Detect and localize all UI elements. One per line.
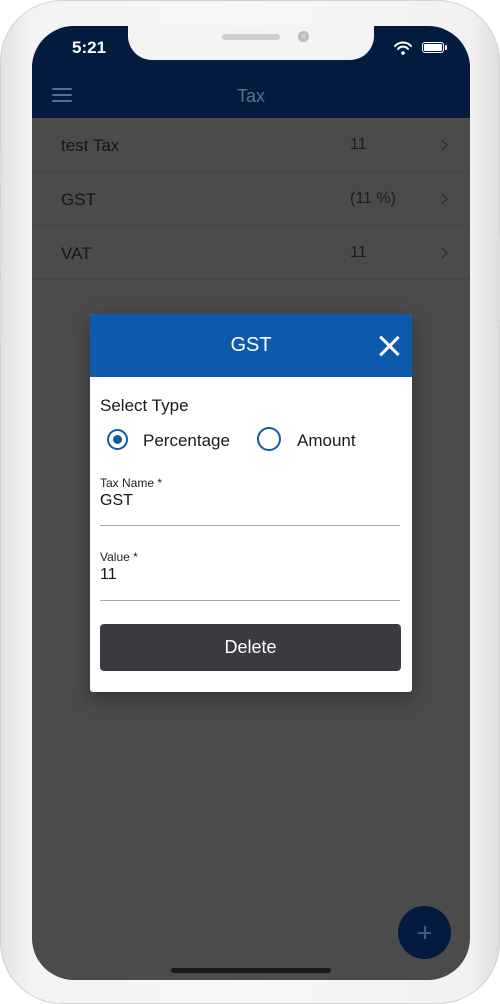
battery-icon — [422, 42, 444, 53]
front-camera — [298, 31, 309, 42]
volume-up-button — [0, 210, 3, 266]
dialog-title: GST — [230, 334, 272, 356]
close-icon[interactable] — [376, 333, 402, 359]
page-title: Tax — [236, 86, 265, 106]
tax-name-underline — [100, 525, 400, 526]
select-type-label: Select Type — [100, 396, 189, 415]
tax-name-field[interactable]: GST — [100, 492, 133, 510]
home-indicator — [171, 968, 331, 973]
chevron-right-icon — [436, 247, 448, 259]
chevron-right-icon — [436, 139, 448, 151]
chevron-right-icon — [436, 193, 448, 205]
value-field[interactable]: 11 — [100, 566, 117, 584]
plus-icon — [418, 926, 431, 939]
radio-selected-icon — [107, 429, 128, 450]
mute-switch — [0, 150, 3, 180]
list-item[interactable]: test Tax 11 — [32, 118, 470, 172]
tax-name: GST — [61, 190, 96, 209]
dialog-header: GST — [90, 314, 412, 377]
volume-down-button — [0, 282, 3, 338]
tax-value: 11 — [350, 136, 367, 153]
tax-name-label: Tax Name * — [100, 476, 163, 490]
tax-value: (11 %) — [350, 190, 396, 207]
tax-name: test Tax — [61, 136, 120, 155]
value-underline — [100, 600, 400, 601]
speaker-grille — [222, 34, 280, 40]
list-item[interactable]: GST (11 %) — [32, 172, 470, 226]
list-item[interactable]: VAT 11 — [32, 226, 470, 280]
notch — [128, 26, 374, 60]
tax-edit-dialog: GST Select Type Percentage Amount Tax Na… — [90, 314, 412, 692]
radio-unselected-icon — [257, 427, 281, 451]
add-tax-button[interactable] — [398, 906, 451, 959]
app-screen: 5:21 Tax test Tax 11 GST (11 %) VAT 11 G… — [32, 26, 470, 980]
radio-amount[interactable]: Amount — [257, 427, 367, 455]
radio-percentage[interactable]: Percentage — [107, 429, 237, 455]
phone-frame: 5:21 Tax test Tax 11 GST (11 %) VAT 11 G… — [0, 0, 500, 1004]
radio-label-percentage: Percentage — [143, 431, 230, 450]
delete-button[interactable]: Delete — [100, 624, 401, 671]
tax-list: test Tax 11 GST (11 %) VAT 11 — [32, 118, 470, 280]
value-label: Value * — [100, 550, 138, 564]
tax-value: 11 — [350, 244, 367, 261]
radio-label-amount: Amount — [297, 431, 356, 450]
app-bar: 5:21 Tax — [32, 26, 470, 118]
wifi-icon — [394, 41, 412, 55]
battery-cap — [445, 45, 447, 50]
tax-name: VAT — [61, 244, 92, 263]
status-time: 5:21 — [72, 38, 107, 57]
